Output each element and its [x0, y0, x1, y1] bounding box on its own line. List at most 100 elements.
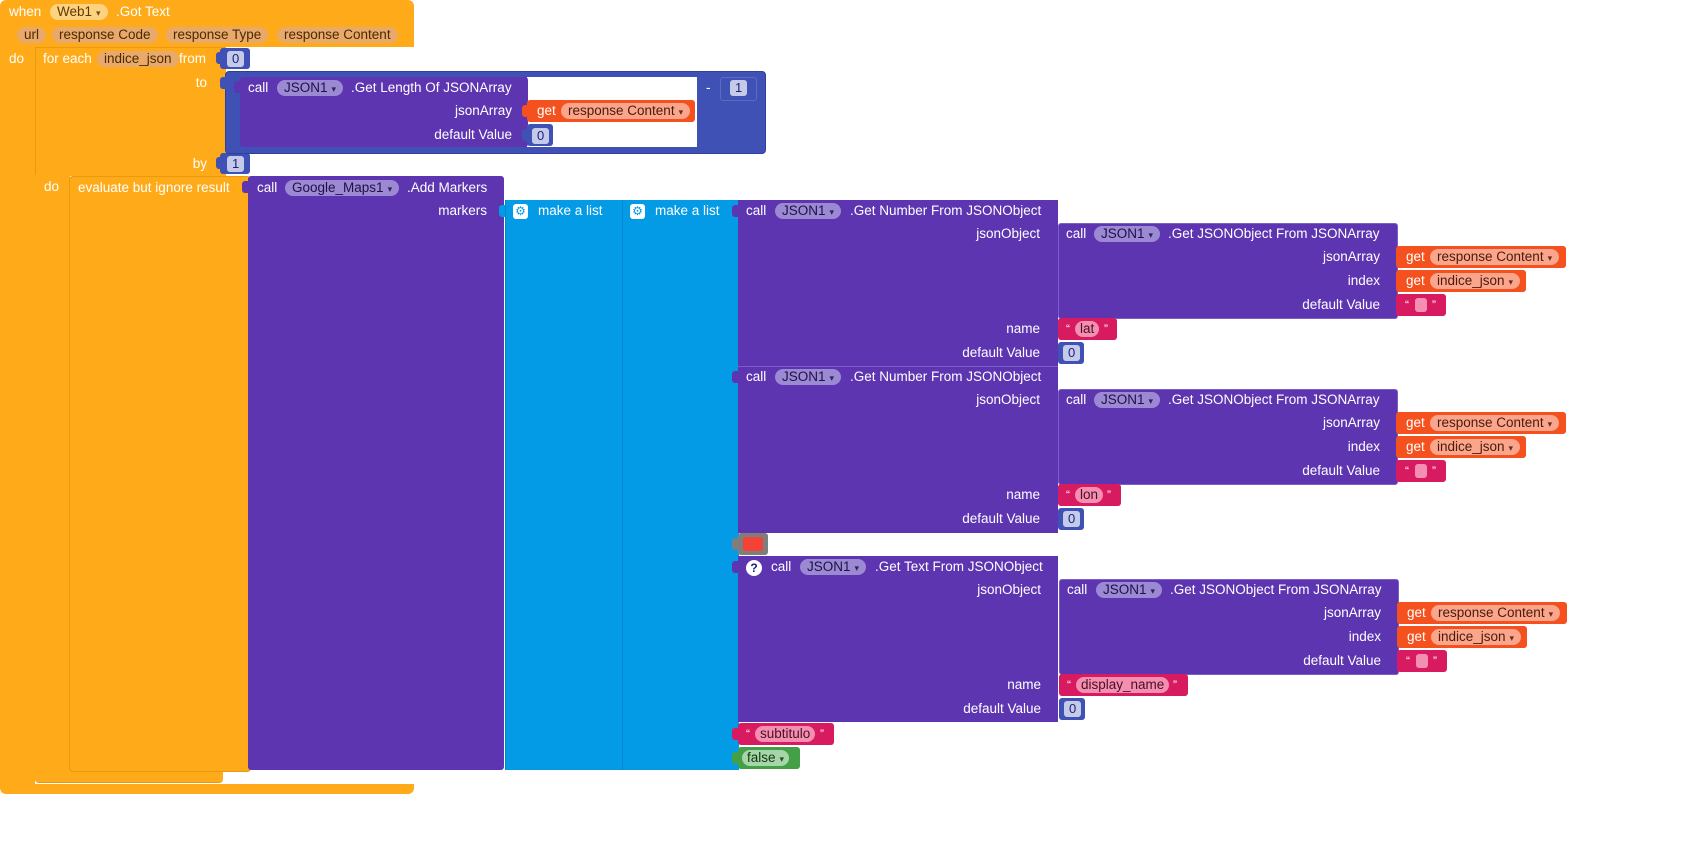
event-block-footer [0, 784, 414, 794]
dropdown-caret-icon: ▾ [1508, 277, 1514, 287]
lat-obj-call-label: call [1066, 226, 1087, 241]
for-each-do-label: do [44, 179, 60, 194]
for-each-label: for each [43, 51, 92, 66]
markers-label: markers [438, 203, 487, 218]
text-method: .Get Text From JSONObject [875, 559, 1043, 574]
gear-icon[interactable]: ⚙ [513, 204, 528, 219]
param-url[interactable]: url [17, 27, 47, 43]
dropdown-caret-icon: ▾ [387, 184, 393, 194]
default-value[interactable]: 0 [532, 128, 550, 144]
lat-obj-method: .Get JSONObject From JSONArray [1168, 226, 1380, 241]
response-content-dropdown[interactable]: response Content ▾ [1431, 605, 1561, 621]
text-obj-default-label: default Value [1303, 653, 1381, 668]
empty-string-field[interactable] [1415, 464, 1427, 478]
component-dropdown-web1[interactable]: Web1 ▾ [50, 4, 108, 20]
lat-method: .Get Number From JSONObject [850, 203, 1042, 218]
close-quote: ” [1104, 322, 1108, 336]
empty-string-field[interactable] [1415, 298, 1427, 312]
lat-obj-index-label: index [1347, 273, 1380, 288]
lat-obj-array-label: jsonArray [1322, 249, 1380, 264]
lon-default-value[interactable]: 0 [1063, 511, 1081, 527]
component-name: JSON1 [807, 559, 851, 574]
close-quote: ” [1432, 298, 1436, 312]
event-do-label: do [9, 51, 25, 66]
open-quote: “ [1405, 464, 1409, 478]
param-response-code[interactable]: response Code [52, 27, 158, 43]
dropdown-caret-icon: ▾ [779, 754, 785, 764]
make-list-inner-block[interactable] [622, 200, 739, 770]
maps-method: .Add Markers [407, 180, 488, 195]
dropdown-caret-icon: ▾ [1508, 443, 1514, 453]
lat-default-label: default Value [962, 345, 1040, 360]
json1-dropdown[interactable]: JSON1 ▾ [277, 80, 344, 96]
evaluate-connector [242, 181, 248, 193]
google-maps1-dropdown[interactable]: Google_Maps1 ▾ [285, 180, 400, 196]
json1-dropdown[interactable]: JSON1 ▾ [1094, 226, 1161, 242]
add-markers-call-block[interactable] [248, 176, 504, 770]
minus-operator: - [706, 80, 711, 95]
indice-json-dropdown[interactable]: indice_json ▾ [1430, 273, 1521, 289]
get-label: get [1406, 249, 1425, 264]
by-value[interactable]: 1 [227, 156, 245, 172]
for-each-spine [35, 175, 70, 780]
from-label: from [179, 51, 206, 66]
component-name: Web1 [57, 4, 93, 19]
json1-dropdown[interactable]: JSON1 ▾ [775, 203, 842, 219]
open-quote: “ [1406, 654, 1410, 668]
lon-string-value[interactable]: lon [1075, 487, 1104, 503]
false-dropdown[interactable]: false ▾ [742, 750, 790, 766]
maps-call-label: call [257, 180, 278, 195]
indice-json-dropdown[interactable]: indice_json ▾ [1430, 439, 1521, 455]
variable-name: indice_json [1437, 439, 1505, 454]
loop-variable[interactable]: indice_json [97, 51, 179, 67]
list-item-connector [732, 561, 738, 573]
from-connector [216, 52, 222, 64]
lon-obj-array-label: jsonArray [1322, 415, 1380, 430]
list-item-connector [732, 538, 738, 550]
dropdown-caret-icon: ▾ [1150, 586, 1156, 596]
lat-string-value[interactable]: lat [1075, 321, 1100, 337]
variable-name: response Content [1437, 249, 1544, 264]
help-icon[interactable]: ? [746, 560, 762, 576]
variable-name: response Content [1438, 605, 1545, 620]
text-obj-array-label: jsonArray [1323, 605, 1381, 620]
text-obj-call-label: call [1067, 582, 1088, 597]
json1-dropdown[interactable]: JSON1 ▾ [1094, 392, 1161, 408]
json1-dropdown[interactable]: JSON1 ▾ [1096, 582, 1163, 598]
markers-connector [499, 205, 505, 217]
param-response-content[interactable]: response Content [277, 27, 398, 43]
evaluate-label: evaluate but ignore result [78, 180, 230, 195]
variable-name: response Content [568, 103, 675, 118]
color-swatch[interactable] [743, 537, 763, 551]
gear-icon[interactable]: ⚙ [630, 204, 645, 219]
make-list-outer-block[interactable] [505, 200, 623, 770]
default-value-label: default Value [434, 127, 512, 142]
get-label: get [1407, 629, 1426, 644]
display-name-string-value[interactable]: display_name [1076, 677, 1170, 693]
component-name: JSON1 [1103, 582, 1147, 597]
get-label: get [537, 103, 556, 118]
text-default-value[interactable]: 0 [1064, 701, 1082, 717]
from-value[interactable]: 0 [227, 51, 245, 67]
lon-json-object-label: jsonObject [976, 392, 1040, 407]
close-quote: ” [1432, 464, 1436, 478]
make-list-outer-label: make a list [538, 203, 603, 218]
empty-string-field[interactable] [1416, 654, 1428, 668]
evaluate-block[interactable] [69, 176, 251, 772]
subtitulo-string-value[interactable]: subtitulo [755, 726, 816, 742]
get-label: get [1407, 605, 1426, 620]
lat-default-value[interactable]: 0 [1063, 345, 1081, 361]
response-content-dropdown[interactable]: response Content ▾ [1430, 249, 1560, 265]
indice-json-dropdown[interactable]: indice_json ▾ [1431, 629, 1522, 645]
minus-value[interactable]: 1 [730, 80, 748, 96]
response-content-dropdown[interactable]: response Content ▾ [561, 103, 691, 119]
make-list-inner-label: make a list [655, 203, 720, 218]
close-quote: ” [820, 727, 824, 741]
json1-dropdown[interactable]: JSON1 ▾ [775, 369, 842, 385]
close-quote: ” [1107, 488, 1111, 502]
param-response-type[interactable]: response Type [166, 27, 269, 43]
json1-dropdown[interactable]: JSON1 ▾ [800, 559, 867, 575]
component-name: JSON1 [284, 80, 328, 95]
lon-method: .Get Number From JSONObject [850, 369, 1042, 384]
response-content-dropdown[interactable]: response Content ▾ [1430, 415, 1560, 431]
